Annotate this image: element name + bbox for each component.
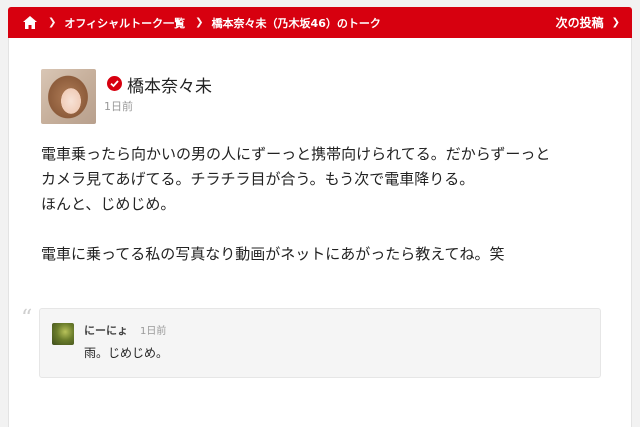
reply-user-name[interactable]: にーにょ [84, 322, 128, 338]
reply-user-avatar[interactable] [52, 323, 74, 345]
quote-icon: “ [21, 306, 33, 331]
next-post-label: 次の投稿 [555, 16, 604, 30]
post-body: 電車乗ったら向かいの男の人にずーっと携帯向けられてる。だからずーっと カメラ見て… [41, 142, 621, 267]
post-time: 1日前 [104, 100, 133, 113]
breadcrumb-item-current-talk[interactable]: 橋本奈々未（乃木坂46）のトーク [212, 15, 381, 31]
verified-check-icon [107, 76, 122, 91]
reply-box: にーにょ 1日前 雨。じめじめ。 [39, 308, 601, 378]
author-avatar[interactable] [41, 69, 96, 124]
chevron-right-icon: ❯ [195, 17, 204, 28]
author-name[interactable]: 橋本奈々未 [127, 72, 212, 97]
next-post-link[interactable]: 次の投稿 ❯ [556, 14, 620, 31]
post-line: 電車乗ったら向かいの男の人にずーっと携帯向けられてる。だからずーっと [41, 145, 551, 163]
chevron-right-icon: ❯ [48, 17, 57, 28]
home-icon[interactable] [22, 15, 38, 31]
reply-time: 1日前 [140, 326, 167, 337]
chevron-right-icon: ❯ [611, 17, 620, 28]
post-line [41, 217, 621, 242]
post-card: 橋本奈々未 1日前 電車乗ったら向かいの男の人にずーっと携帯向けられてる。だから… [8, 38, 632, 427]
breadcrumb-item-official-talks[interactable]: オフィシャルトーク一覧 [64, 15, 185, 31]
post-line: カメラ見てあげてる。チラチラ目が合う。もう次で電車降りる。 [41, 170, 475, 188]
reply-text: 雨。じめじめ。 [84, 346, 169, 360]
post-line: 電車に乗ってる私の写真なり動画がネットにあがったら教えてね。笑 [41, 245, 505, 263]
post-line: ほんと、じめじめ。 [41, 195, 176, 213]
breadcrumb-bar: ❯ オフィシャルトーク一覧 ❯ 橋本奈々未（乃木坂46）のトーク 次の投稿 ❯ [8, 7, 632, 38]
